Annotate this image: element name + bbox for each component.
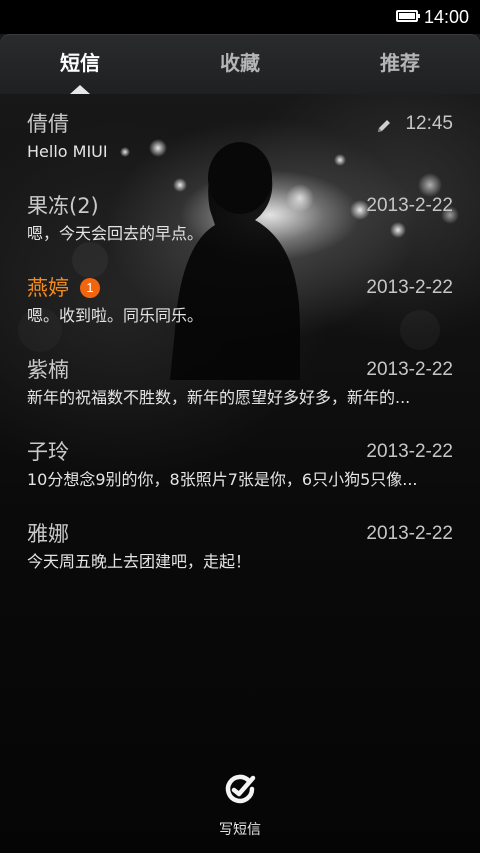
contact-name: 倩倩: [27, 112, 69, 136]
conversation-row[interactable]: 燕婷 1 2013-2-22 嗯。收到啦。同乐同乐。: [0, 258, 480, 340]
conversation-row[interactable]: 果冻(2) 2013-2-22 嗯，今天会回去的早点。: [0, 176, 480, 258]
conversation-row[interactable]: 紫楠 2013-2-22 新年的祝福数不胜数，新年的愿望好多好多，新年的...: [0, 340, 480, 422]
contact-name-text: 果冻: [27, 194, 69, 218]
message-date: 2013-2-22: [366, 523, 453, 544]
compose-label: 写短信: [219, 822, 261, 838]
messaging-screen: 14:00 短信 收藏 推荐 倩倩 12:45 Hello MIUI 果冻(2)…: [0, 0, 480, 853]
status-time: 14:00: [424, 7, 470, 27]
message-date: 2013-2-22: [366, 441, 453, 462]
compose-icon: [225, 774, 256, 804]
message-snippet: 10分想念9别的你，8张照片7张是你，6只小狗5只像...: [27, 470, 418, 489]
conversation-row[interactable]: 子玲 2013-2-22 10分想念9别的你，8张照片7张是你，6只小狗5只像.…: [0, 422, 480, 504]
status-bar: 14:00: [0, 0, 480, 34]
message-date: 2013-2-22: [366, 277, 453, 298]
message-snippet: Hello MIUI: [27, 142, 108, 161]
message-snippet: 嗯。收到啦。同乐同乐。: [27, 306, 204, 325]
conversation-row[interactable]: 倩倩 12:45 Hello MIUI: [0, 94, 480, 176]
contact-name: 紫楠: [27, 358, 69, 382]
message-count: (2): [69, 194, 99, 218]
contact-name: 果冻(2): [27, 192, 99, 220]
message-snippet: 嗯，今天会回去的早点。: [27, 224, 204, 243]
message-snippet: 新年的祝福数不胜数，新年的愿望好多好多，新年的...: [27, 388, 411, 407]
message-date: 2013-2-22: [366, 359, 453, 380]
battery-icon: [396, 10, 420, 22]
tab-recommended[interactable]: 推荐: [320, 34, 480, 94]
pencil-icon: [378, 120, 390, 132]
contact-name: 雅娜: [27, 522, 69, 546]
unread-badge: 1: [80, 278, 100, 298]
conversation-row[interactable]: 雅娜 2013-2-22 今天周五晚上去团建吧，走起！: [0, 504, 480, 586]
contact-name: 子玲: [27, 440, 69, 464]
message-snippet: 今天周五晚上去团建吧，走起！: [27, 552, 252, 571]
contact-name: 燕婷: [27, 276, 69, 300]
tab-favorites[interactable]: 收藏: [160, 34, 320, 94]
message-date: 2013-2-22: [366, 195, 453, 216]
tab-bar: 短信 收藏 推荐: [0, 34, 480, 94]
compose-button[interactable]: 写短信: [200, 770, 280, 845]
active-tab-indicator: [70, 85, 90, 94]
message-time: 12:45: [405, 113, 453, 134]
